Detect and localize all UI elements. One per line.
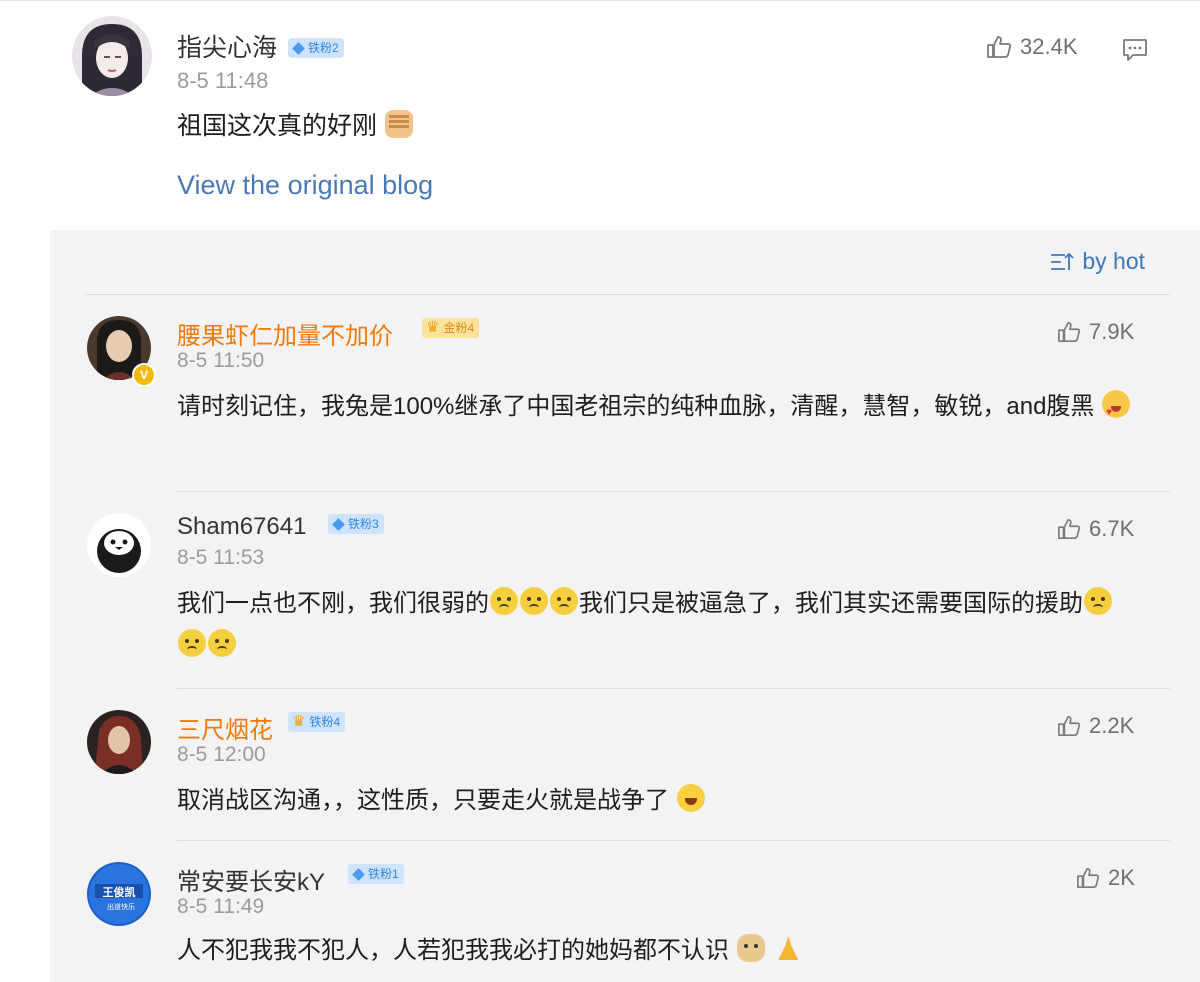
fan-badge: 铁粉3 bbox=[328, 514, 384, 534]
sad-emoji-icon bbox=[490, 587, 518, 615]
comment-time: 8-5 11:50 bbox=[177, 349, 265, 372]
comment-like-count: 2.2K bbox=[1089, 713, 1135, 738]
post-text-body: 祖国这次真的好刚 bbox=[177, 112, 378, 140]
thumbs-up-icon bbox=[1077, 868, 1100, 888]
commenter-name[interactable]: 常安要长安kY bbox=[177, 862, 325, 897]
divider bbox=[85, 294, 1170, 295]
commenter-name[interactable]: 三尺烟花 bbox=[177, 710, 273, 745]
comment-like-count: 2K bbox=[1108, 865, 1135, 890]
crown-icon: ♛ bbox=[292, 713, 306, 730]
commenter-name[interactable]: 腰果虾仁加量不加价 bbox=[177, 316, 393, 351]
thumbs-up-icon bbox=[1058, 716, 1081, 736]
comments-section: by hot V 腰果虾仁加量不加价 ♛ 金粉4 8-5 11:50 7.9K … bbox=[50, 230, 1200, 982]
comment-text: 人不犯我我不犯人，人若犯我我必打的她妈都不认识 bbox=[177, 930, 1137, 972]
sort-icon bbox=[1051, 252, 1074, 270]
fan-badge-label: 铁粉1 bbox=[368, 867, 399, 881]
fan-badge: ♛ 金粉4 bbox=[422, 318, 480, 338]
praying-hands-emoji-icon bbox=[773, 934, 803, 962]
comment-time: 8-5 11:49 bbox=[177, 895, 265, 918]
comment-like-button[interactable]: 2.2K bbox=[1057, 713, 1134, 739]
author-avatar[interactable] bbox=[72, 16, 152, 96]
fan-badge-label: 铁粉4 bbox=[309, 715, 341, 729]
thumbs-up-icon bbox=[1058, 322, 1081, 342]
fan-badge-label: 铁粉3 bbox=[348, 517, 379, 531]
comment-like-button[interactable]: 7.9K bbox=[1057, 319, 1134, 345]
comment-button[interactable] bbox=[1122, 38, 1148, 67]
post-like-count: 32.4K bbox=[1020, 34, 1078, 59]
commenter-avatar[interactable]: 王俊凯 出道快乐 bbox=[87, 862, 151, 926]
commenter-avatar[interactable] bbox=[87, 710, 151, 774]
sad-emoji-icon bbox=[520, 587, 548, 615]
sad-emoji-icon bbox=[1084, 587, 1112, 615]
sad-emoji-icon bbox=[208, 629, 236, 657]
diamond-icon bbox=[292, 41, 305, 55]
comment-text: 请时刻记住，我兔是100%继承了中国老祖宗的纯种血脉，清醒，慧智，敏锐，and腹… bbox=[177, 386, 1137, 434]
crown-icon: ♛ bbox=[426, 319, 440, 336]
fist-emoji-icon bbox=[384, 110, 413, 138]
heart-eyes-emoji-icon bbox=[1102, 390, 1131, 434]
comment-like-button[interactable]: 6.7K bbox=[1057, 516, 1134, 542]
avatar-text: 王俊凯 bbox=[103, 885, 136, 899]
diamond-icon bbox=[352, 867, 365, 881]
comment-text-body: 请时刻记住，我兔是100%继承了中国老祖宗的纯种血脉，清醒，慧智，敏锐，and腹… bbox=[177, 393, 1095, 420]
fan-badge: 铁粉2 bbox=[288, 38, 344, 58]
commenter-avatar[interactable] bbox=[87, 513, 151, 577]
divider bbox=[177, 491, 1170, 492]
commenter-name[interactable]: Sham67641 bbox=[177, 513, 306, 541]
comment-time: 8-5 12:00 bbox=[177, 743, 266, 766]
divider bbox=[177, 688, 1170, 689]
comment-like-count: 6.7K bbox=[1089, 516, 1135, 541]
original-post: 指尖心海 铁粉2 8-5 11:48 祖国这次真的好刚 32.4K View t… bbox=[0, 0, 1200, 230]
comment-time: 8-5 11:53 bbox=[177, 546, 265, 569]
comment-text-body-part2: 我们只是被逼急了，我们其实还需要国际的援助 bbox=[579, 590, 1083, 617]
post-like-button[interactable]: 32.4K bbox=[986, 34, 1078, 60]
divider bbox=[177, 840, 1170, 841]
comment-text-body-part1: 我们一点也不刚，我们很弱的 bbox=[177, 590, 489, 617]
comment-text: 我们一点也不刚，我们很弱的 我们只是被逼急了，我们其实还需要国际的援助 bbox=[177, 583, 1137, 667]
comment-like-button[interactable]: 2K bbox=[1076, 865, 1135, 891]
thumbs-up-icon bbox=[1058, 519, 1081, 539]
sad-emoji-icon bbox=[178, 629, 206, 657]
avatar-subtext: 出道快乐 bbox=[107, 902, 135, 911]
fan-badge-label: 铁粉2 bbox=[308, 41, 339, 55]
fan-badge-label: 金粉4 bbox=[443, 321, 475, 335]
comment-like-count: 7.9K bbox=[1089, 319, 1135, 344]
diamond-icon bbox=[332, 517, 345, 531]
doge-emoji-icon bbox=[736, 934, 765, 962]
thumbs-up-icon bbox=[987, 36, 1012, 58]
post-time: 8-5 11:48 bbox=[177, 68, 269, 93]
verified-icon: V bbox=[132, 363, 156, 387]
author-name[interactable]: 指尖心海 bbox=[177, 28, 277, 64]
comment-text: 取消战区沟通，，这性质，只要走火就是战争了 bbox=[177, 780, 1137, 822]
sort-label: by hot bbox=[1082, 248, 1145, 274]
sad-emoji-icon bbox=[550, 587, 578, 615]
post-text: 祖国这次真的好刚 bbox=[177, 105, 414, 147]
comment-bubble-icon bbox=[1123, 39, 1147, 61]
comment-text-body: 人不犯我我不犯人，人若犯我我必打的她妈都不认识 bbox=[177, 937, 729, 964]
fan-badge: ♛ 铁粉4 bbox=[288, 712, 346, 732]
sort-by-hot-button[interactable]: by hot bbox=[1050, 248, 1145, 275]
fan-badge: 铁粉1 bbox=[348, 864, 404, 884]
laughing-tears-emoji-icon bbox=[676, 784, 705, 812]
comment-text-body: 取消战区沟通，，这性质，只要走火就是战争了 bbox=[177, 787, 669, 814]
view-original-blog-link[interactable]: View the original blog bbox=[177, 170, 433, 201]
